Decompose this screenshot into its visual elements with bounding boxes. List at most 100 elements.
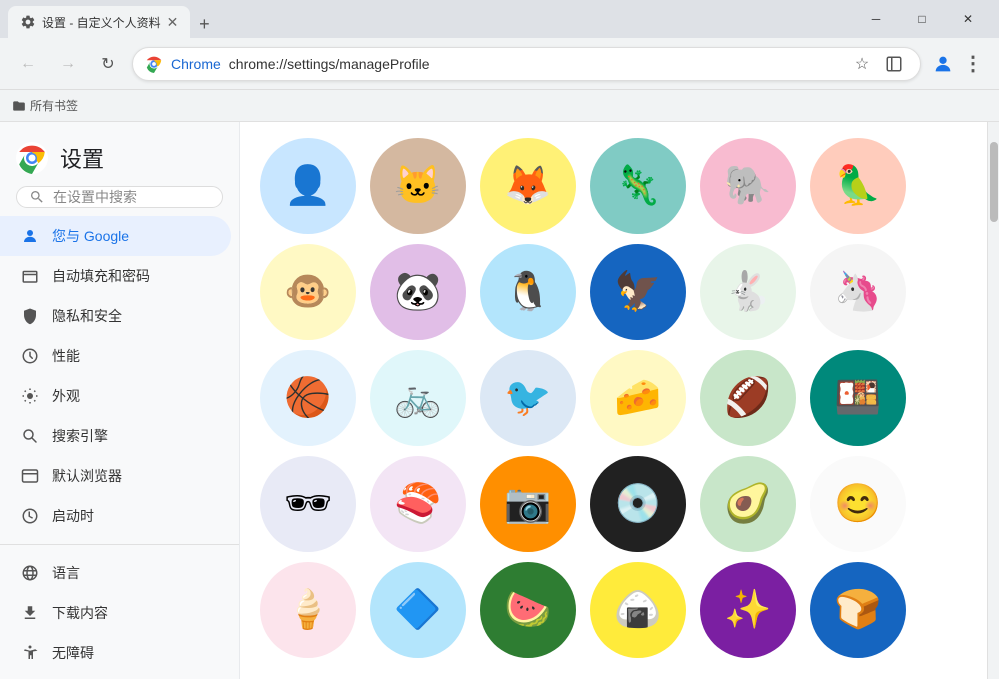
sidebar-item-search[interactable]: 搜索引擎	[0, 416, 231, 456]
close-button[interactable]: ✕	[945, 3, 991, 35]
titlebar: 设置 - 自定义个人资料 ✕ + ─ □ ✕	[0, 0, 999, 38]
google-nav-icon	[20, 226, 40, 246]
avatar-item[interactable]: 🐇	[700, 244, 796, 340]
folder-icon	[12, 99, 26, 113]
active-tab[interactable]: 设置 - 自定义个人资料 ✕	[8, 6, 190, 38]
avatar-item[interactable]: 🏀	[260, 350, 356, 446]
bookmark-icon[interactable]: ☆	[848, 50, 876, 78]
avatar-item[interactable]: 🐧	[480, 244, 576, 340]
startup-nav-icon	[20, 506, 40, 526]
avatar-item[interactable]: 🔷	[370, 562, 466, 658]
sidebar-item-appearance[interactable]: 外观	[0, 376, 231, 416]
avatar-item[interactable]: 🍱	[810, 350, 906, 446]
search-engine-nav-label: 搜索引擎	[52, 426, 108, 446]
chrome-brand-label: Chrome	[171, 56, 221, 72]
search-engine-nav-icon	[20, 426, 40, 446]
avatar-grid: 👤🐱🦊🦎🐘🦜 🐵🐼🐧🦅🐇🦄 🏀🚲🐦🧀🏈🍱 🕶🍣📷💿🥑😊 🍦🔷🍉🍙✨🍞	[240, 122, 987, 674]
profile-icon[interactable]	[929, 50, 957, 78]
sidebar-item-download[interactable]: 下载内容	[0, 593, 231, 633]
performance-nav-label: 性能	[52, 346, 80, 366]
settings-tab-icon	[20, 14, 36, 30]
download-nav-icon	[20, 603, 40, 623]
avatar-item[interactable]: 🍦	[260, 562, 356, 658]
sidebar-item-autofill[interactable]: 自动填充和密码	[0, 256, 231, 296]
avatar-item[interactable]: 🍞	[810, 562, 906, 658]
avatar-item[interactable]: 🐱	[370, 138, 466, 234]
window-controls: ─ □ ✕	[853, 3, 991, 35]
avatar-item[interactable]: 💿	[590, 456, 686, 552]
maximize-button[interactable]: □	[899, 3, 945, 35]
sidebar-item-system[interactable]: 系统	[0, 673, 231, 679]
sidebar-item-startup[interactable]: 启动时	[0, 496, 231, 536]
forward-button[interactable]: →	[52, 48, 84, 80]
address-bar[interactable]: Chrome chrome://settings/manageProfile ☆	[132, 47, 921, 81]
avatar-item[interactable]: 📷	[480, 456, 576, 552]
sidebar-toggle-icon[interactable]	[880, 50, 908, 78]
url-text: chrome://settings/manageProfile	[229, 56, 430, 72]
avatar-item[interactable]: 🐦	[480, 350, 576, 446]
all-bookmarks-item[interactable]: 所有书签	[12, 97, 78, 114]
search-placeholder: 在设置中搜索	[53, 187, 137, 207]
language-nav-label: 语言	[52, 563, 80, 583]
avatar-item[interactable]: 👤	[260, 138, 356, 234]
appearance-nav-label: 外观	[52, 386, 80, 406]
sidebar-item-privacy[interactable]: 隐私和安全	[0, 296, 231, 336]
startup-nav-label: 启动时	[52, 506, 94, 526]
settings-header: 设置	[0, 122, 239, 186]
right-scrollbar[interactable]	[987, 122, 999, 679]
tab-bar: 设置 - 自定义个人资料 ✕ +	[8, 0, 853, 38]
avatar-item[interactable]: 🏈	[700, 350, 796, 446]
nav-divider	[0, 544, 239, 545]
sidebar-item-language[interactable]: 语言	[0, 553, 231, 593]
settings-title: 设置	[60, 142, 104, 174]
chrome-logo-icon	[145, 55, 163, 73]
avatar-item[interactable]: 🦜	[810, 138, 906, 234]
sidebar-item-browser[interactable]: 默认浏览器	[0, 456, 231, 496]
addressbar: ← → ↻ Chrome chrome://settings/managePro…	[0, 38, 999, 90]
avatar-item[interactable]: 🦅	[590, 244, 686, 340]
sidebar-item-google[interactable]: 您与 Google	[0, 216, 231, 256]
avatar-item[interactable]: 🐘	[700, 138, 796, 234]
language-nav-icon	[20, 563, 40, 583]
appearance-nav-icon	[20, 386, 40, 406]
chrome-logo-big	[16, 142, 48, 174]
avatar-item[interactable]: 🐼	[370, 244, 466, 340]
avatar-item[interactable]: 🐵	[260, 244, 356, 340]
content-area: 👤🐱🦊🦎🐘🦜 🐵🐼🐧🦅🐇🦄 🏀🚲🐦🧀🏈🍱 🕶🍣📷💿🥑😊 🍦🔷🍉🍙✨🍞	[240, 122, 987, 679]
autofill-nav-icon	[20, 266, 40, 286]
tab-label: 设置 - 自定义个人资料	[42, 14, 161, 31]
avatar-item[interactable]: 🥑	[700, 456, 796, 552]
avatar-item[interactable]: 🦄	[810, 244, 906, 340]
back-button[interactable]: ←	[12, 48, 44, 80]
avatar-item[interactable]: 🕶	[260, 456, 356, 552]
sidebar-item-accessibility[interactable]: 无障碍	[0, 633, 231, 673]
search-icon	[29, 189, 45, 205]
avatar-item[interactable]: 🍙	[590, 562, 686, 658]
autofill-nav-label: 自动填充和密码	[52, 266, 150, 286]
avatar-item[interactable]: 😊	[810, 456, 906, 552]
avatar-item[interactable]: 🍣	[370, 456, 466, 552]
avatar-item[interactable]: 🚲	[370, 350, 466, 446]
accessibility-nav-icon	[20, 643, 40, 663]
tab-close-btn[interactable]: ✕	[167, 14, 179, 31]
sidebar: 设置 在设置中搜索 您与 Google 自动填充和密码	[0, 122, 240, 679]
avatar-item[interactable]: 🍉	[480, 562, 576, 658]
google-nav-label: 您与 Google	[52, 226, 129, 246]
address-bar-icons: ☆	[848, 50, 908, 78]
avatar-item[interactable]: 🦊	[480, 138, 576, 234]
settings-search-box[interactable]: 在设置中搜索	[16, 186, 223, 208]
avatar-item[interactable]: ✨	[700, 562, 796, 658]
scrollbar-thumb	[990, 142, 998, 222]
minimize-button[interactable]: ─	[853, 3, 899, 35]
menu-icon[interactable]: ⋮	[959, 50, 987, 78]
avatar-item[interactable]: 🦎	[590, 138, 686, 234]
main-container: 设置 在设置中搜索 您与 Google 自动填充和密码	[0, 122, 999, 679]
privacy-nav-icon	[20, 306, 40, 326]
new-tab-button[interactable]: +	[190, 10, 218, 38]
reload-button[interactable]: ↻	[92, 48, 124, 80]
all-bookmarks-label: 所有书签	[30, 97, 78, 114]
sidebar-item-performance[interactable]: 性能	[0, 336, 231, 376]
toolbar-icons: ⋮	[929, 50, 987, 78]
download-nav-label: 下载内容	[52, 603, 108, 623]
avatar-item[interactable]: 🧀	[590, 350, 686, 446]
